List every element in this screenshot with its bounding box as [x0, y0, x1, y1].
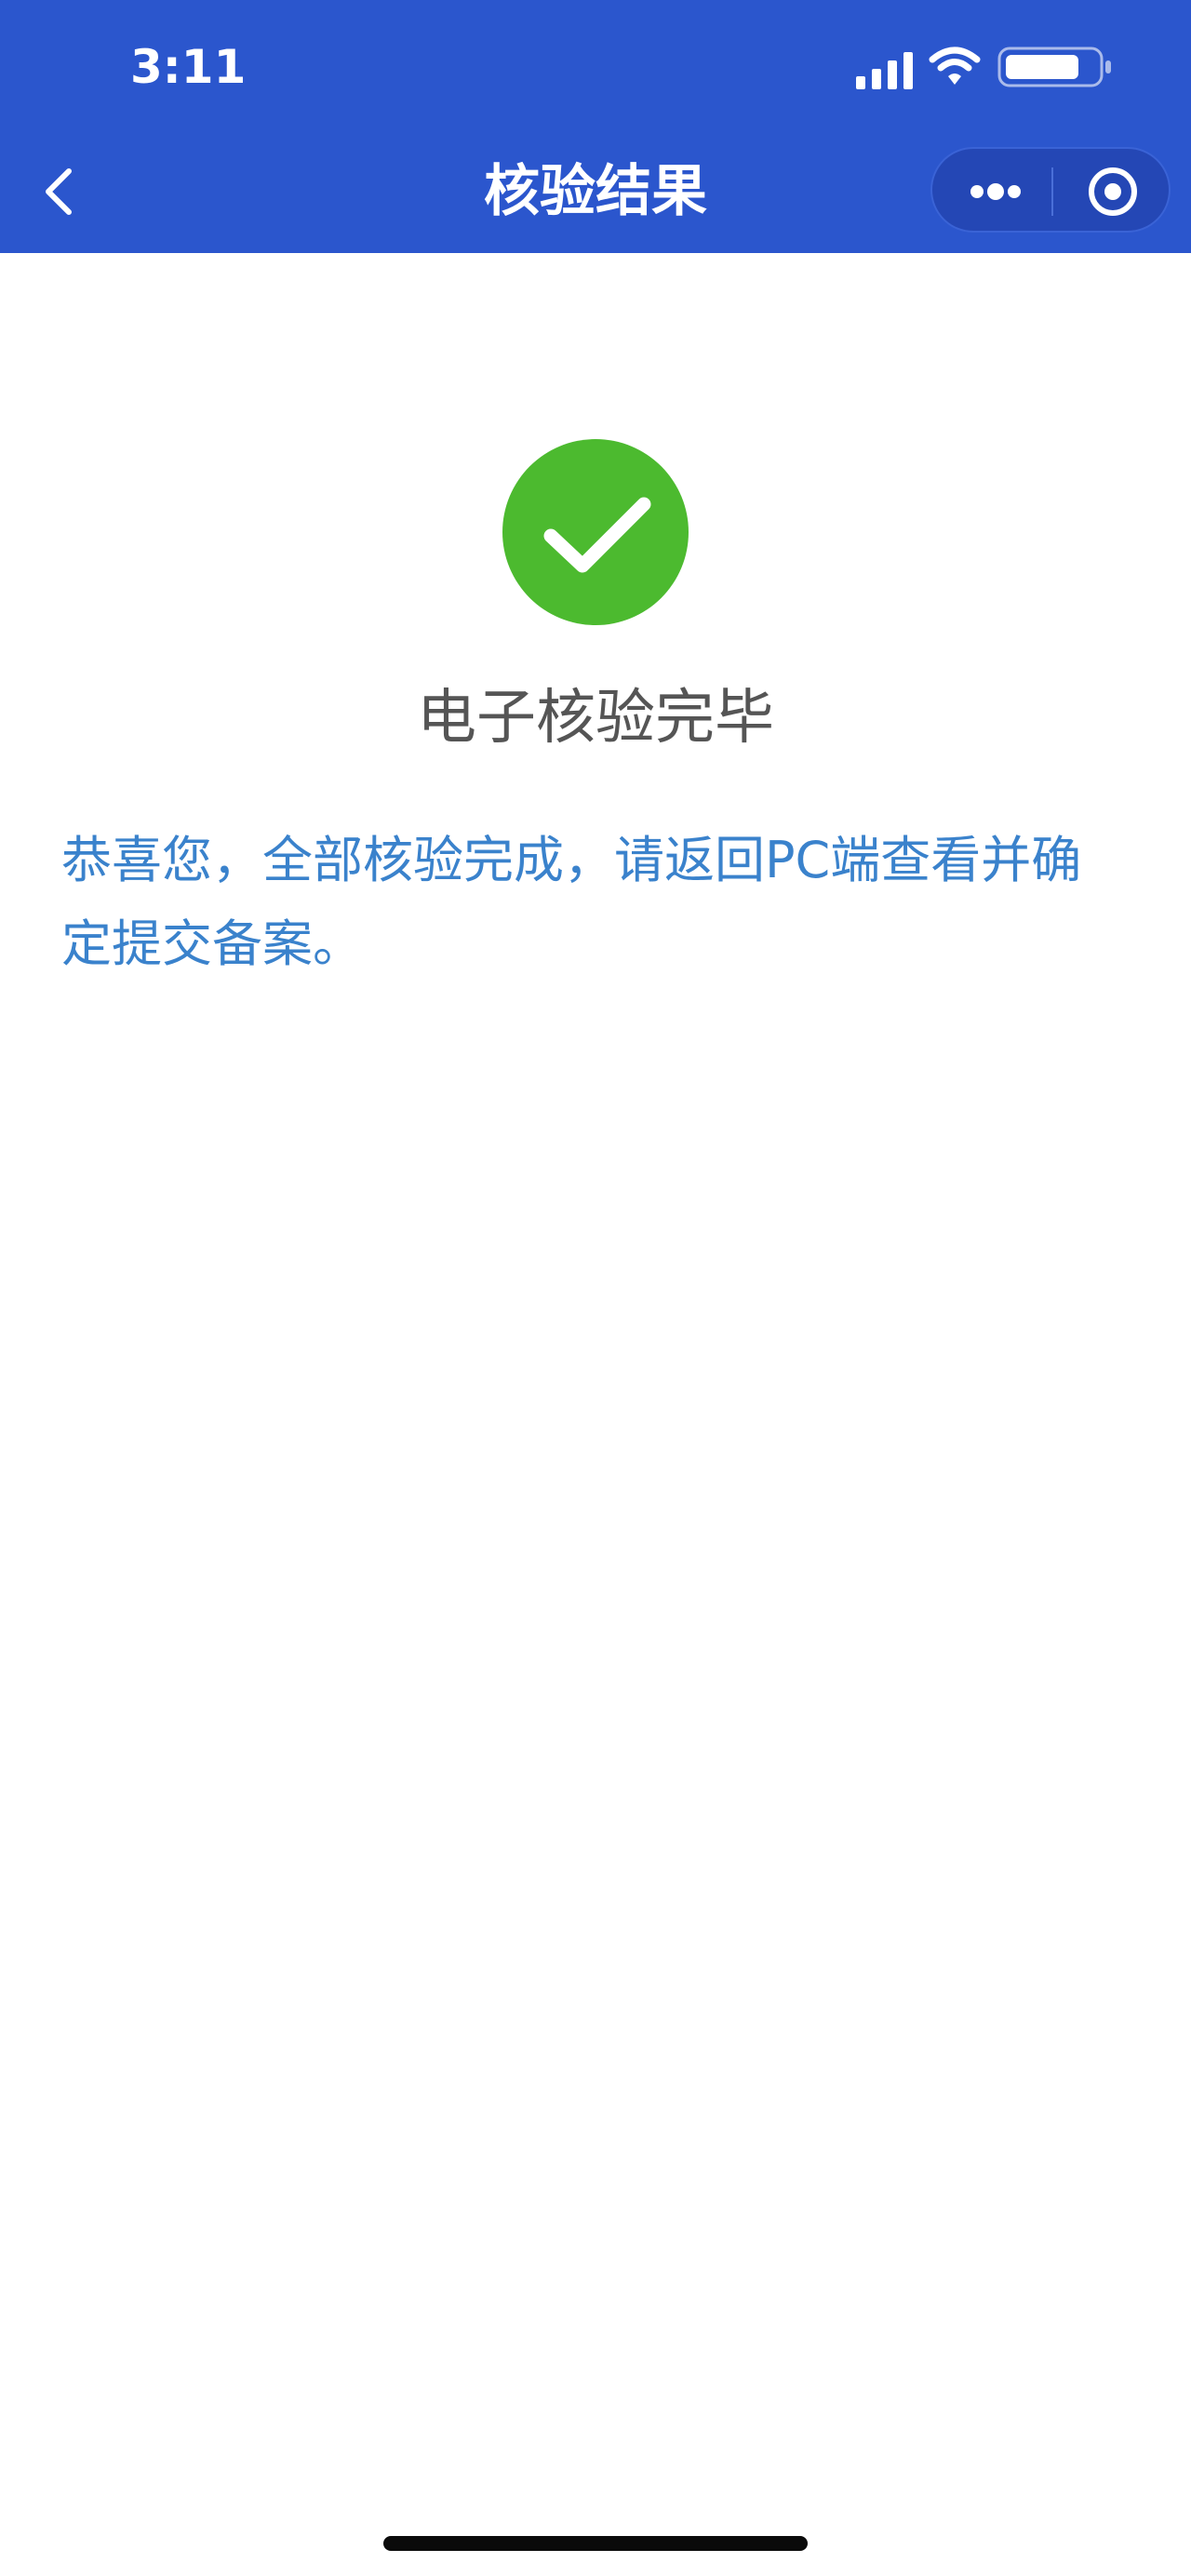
status-icons [856, 41, 1117, 93]
top-bar: 3:11 核验结果 [0, 0, 1191, 253]
circle-target-icon [1089, 167, 1137, 216]
result-title: 电子核验完毕 [417, 684, 774, 753]
check-circle-icon [502, 439, 689, 625]
close-mini-program-button[interactable] [1055, 149, 1163, 231]
status-time: 3:11 [130, 40, 247, 94]
wifi-icon [929, 47, 981, 85]
home-indicator [383, 2536, 808, 2551]
capsule-divider [1051, 167, 1053, 216]
screen: 3:11 核验结果 电子核验完毕 恭喜您，全部核验完成，请返回PC端查看并确定提… [0, 0, 1191, 2576]
signal-icon [856, 52, 913, 89]
mini-program-capsule [930, 147, 1171, 233]
battery-icon [997, 47, 1111, 87]
more-dots-icon [970, 183, 1021, 200]
more-button[interactable] [942, 149, 1050, 231]
result-message: 恭喜您，全部核验完成，请返回PC端查看并确定提交备案。 [61, 831, 1082, 973]
